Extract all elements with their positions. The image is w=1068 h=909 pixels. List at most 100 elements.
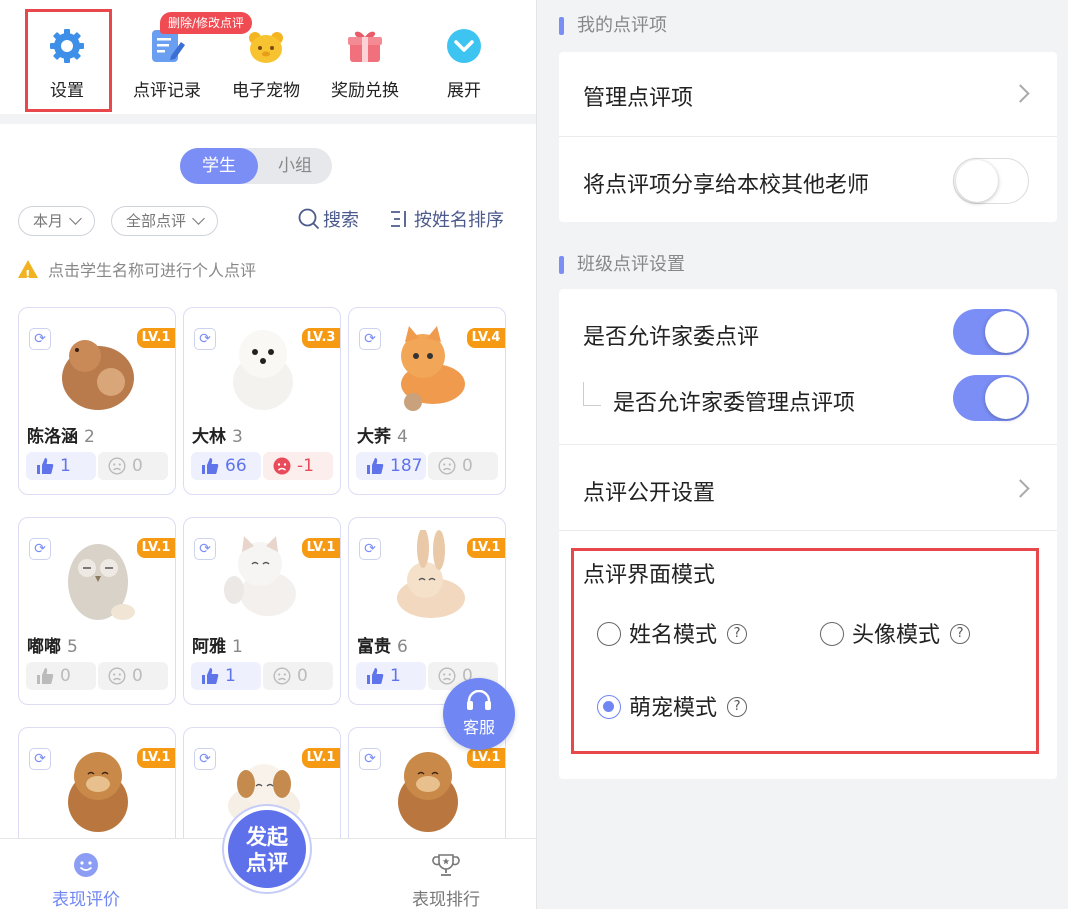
criticism-count[interactable]: -1 xyxy=(263,452,333,480)
student-name-text: 大林 xyxy=(192,427,226,447)
student-name[interactable]: 富贵 6 xyxy=(357,632,408,657)
start-comment-button[interactable]: 发起 点评 xyxy=(224,806,310,892)
student-name-text: 阿雅 xyxy=(192,637,226,657)
tab-group[interactable]: 小组 xyxy=(258,148,332,184)
refresh-icon[interactable]: ⟳ xyxy=(359,328,381,350)
pet-avatar-rabbit xyxy=(397,530,465,618)
start-comment-line1: 发起 xyxy=(246,825,288,849)
student-number: 5 xyxy=(67,637,78,657)
praise-count[interactable]: 1 xyxy=(356,662,426,690)
criticism-count[interactable]: 0 xyxy=(98,662,168,690)
praise-count[interactable]: 66 xyxy=(191,452,261,480)
student-name[interactable]: 嘟嘟 5 xyxy=(27,632,78,657)
search-button[interactable]: 搜索 xyxy=(298,208,359,234)
refresh-icon[interactable]: ⟳ xyxy=(29,748,51,770)
pet-avatar-kitten xyxy=(224,536,296,616)
section-my-items-title: 我的点评项 xyxy=(559,14,667,38)
expand-button[interactable]: 展开 xyxy=(419,20,509,101)
student-card[interactable]: ⟳ LV.1 嘟嘟 5 0 0 xyxy=(18,517,176,705)
manage-items-row[interactable]: 管理点评项 xyxy=(559,52,1057,137)
sad-face-icon xyxy=(273,667,291,685)
toolbar-separator xyxy=(0,114,536,124)
pet-avatar-otter xyxy=(398,752,458,832)
praise-count[interactable]: 1 xyxy=(191,662,261,690)
start-comment-line2: 点评 xyxy=(246,851,288,875)
praise-count[interactable]: 0 xyxy=(26,662,96,690)
criticism-value: 0 xyxy=(132,666,143,686)
notice-text: 点击学生名称可进行个人点评 xyxy=(48,261,257,280)
student-card[interactable]: ⟳ LV.1 富贵 6 1 0 xyxy=(348,517,506,705)
section-class-settings-title: 班级点评设置 xyxy=(559,253,685,277)
criticism-count[interactable]: 0 xyxy=(428,452,498,480)
manage-items-label: 管理点评项 xyxy=(583,86,694,111)
tab-performance-rank[interactable]: 表现排行 xyxy=(412,851,480,909)
student-name[interactable]: 陈洛涵 2 xyxy=(27,422,95,447)
share-items-toggle[interactable] xyxy=(953,158,1029,204)
refresh-icon[interactable]: ⟳ xyxy=(194,538,216,560)
parent-permissions-row: 是否允许家委点评 是否允许家委管理点评项 xyxy=(559,289,1057,445)
trophy-icon xyxy=(432,854,460,876)
allow-parent-comment-toggle[interactable] xyxy=(953,309,1029,355)
sad-face-icon xyxy=(108,457,126,475)
refresh-icon[interactable]: ⟳ xyxy=(194,748,216,770)
sub-item-connector xyxy=(583,382,601,406)
allow-parent-manage-toggle[interactable] xyxy=(953,375,1029,421)
notice: 点击学生名称可进行个人点评 xyxy=(18,258,257,286)
criticism-value: -1 xyxy=(297,456,314,476)
public-settings-label: 点评公开设置 xyxy=(583,481,716,506)
tab-performance-eval[interactable]: 表现评价 xyxy=(52,851,120,909)
refresh-icon[interactable]: ⟳ xyxy=(29,538,51,560)
pet-avatar-poodle xyxy=(62,340,134,410)
refresh-icon[interactable]: ⟳ xyxy=(359,538,381,560)
student-card[interactable]: ⟳ LV.4 大荞 4 187 0 xyxy=(348,307,506,495)
praise-value: 1 xyxy=(390,666,401,686)
praise-value: 187 xyxy=(390,456,423,476)
criticism-count[interactable]: 0 xyxy=(263,662,333,690)
level-badge: LV.1 xyxy=(467,748,505,768)
customer-service-button[interactable]: 客服 xyxy=(443,678,515,750)
tab-performance-rank-label: 表现排行 xyxy=(412,890,480,909)
mode-highlight-box xyxy=(571,548,1039,754)
sad-face-icon xyxy=(438,667,456,685)
praise-value: 1 xyxy=(60,456,71,476)
level-badge: LV.1 xyxy=(137,748,175,768)
chevron-down-icon xyxy=(69,212,82,225)
student-name[interactable]: 阿雅 1 xyxy=(192,632,243,657)
my-items-group: 管理点评项 将点评项分享给本校其他老师 xyxy=(559,52,1057,222)
criticism-value: 0 xyxy=(132,456,143,476)
level-badge: LV.3 xyxy=(302,328,340,348)
gift-icon xyxy=(348,31,382,62)
level-badge: LV.4 xyxy=(467,328,505,348)
toggle-knob xyxy=(985,311,1027,353)
praise-count[interactable]: 1 xyxy=(26,452,96,480)
sort-by-name-button[interactable]: 按姓名排序 xyxy=(389,208,504,234)
student-card[interactable]: ⟳ LV.1 阿雅 1 1 0 xyxy=(183,517,341,705)
comment-type-dropdown[interactable]: 全部点评 xyxy=(111,206,219,236)
thumbs-up-icon xyxy=(37,458,54,474)
refresh-icon[interactable]: ⟳ xyxy=(194,328,216,350)
criticism-value: 0 xyxy=(462,456,473,476)
sad-face-icon xyxy=(438,457,456,475)
refresh-icon[interactable]: ⟳ xyxy=(359,748,381,770)
criticism-count[interactable]: 0 xyxy=(98,452,168,480)
top-toolbar: 设置 点评记录 删除/修改点评 电子宠物 奖励兑换 展开 xyxy=(0,0,536,114)
student-card[interactable]: ⟳ LV.3 大林 3 66 -1 xyxy=(183,307,341,495)
toggle-knob xyxy=(985,377,1027,419)
pet-avatar-owl xyxy=(68,544,135,620)
tab-student[interactable]: 学生 xyxy=(180,148,258,184)
month-filter-dropdown[interactable]: 本月 xyxy=(18,206,96,236)
student-number: 2 xyxy=(84,427,95,447)
reward-exchange-button[interactable]: 奖励兑换 xyxy=(320,20,410,101)
allow-parent-comment-label: 是否允许家委点评 xyxy=(583,325,760,350)
student-name[interactable]: 大林 3 xyxy=(192,422,243,447)
student-card[interactable]: ⟳ LV.1 陈洛涵 2 1 0 xyxy=(18,307,176,495)
customer-service-label: 客服 xyxy=(462,718,495,737)
e-pet-button[interactable]: 电子宠物 xyxy=(221,20,311,101)
refresh-icon[interactable]: ⟳ xyxy=(29,328,51,350)
e-pet-label: 电子宠物 xyxy=(232,81,300,101)
public-settings-row[interactable]: 点评公开设置 xyxy=(559,445,1057,531)
toggle-knob xyxy=(956,160,998,202)
praise-value: 1 xyxy=(225,666,236,686)
praise-count[interactable]: 187 xyxy=(356,452,426,480)
student-name[interactable]: 大荞 4 xyxy=(357,422,408,447)
